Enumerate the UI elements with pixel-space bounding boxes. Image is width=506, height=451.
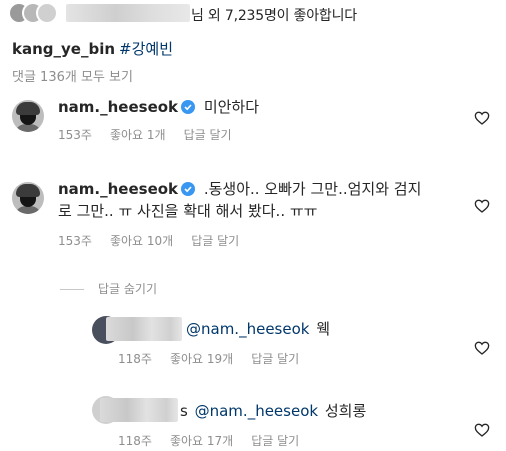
likes-count-text[interactable]: 님 외 7,235명이 좋아합니다 [191,5,357,25]
comment-time[interactable]: 153주 [58,128,92,142]
divider-line [60,289,84,290]
avatar[interactable] [12,100,44,132]
comment-likes[interactable]: 좋아요 1개 [110,128,166,142]
reply-button[interactable]: 답글 달기 [251,352,299,366]
reply-username-suffix[interactable]: s [180,402,188,420]
comment-username[interactable]: nam._heeseok [58,98,178,116]
reply-mention[interactable]: @nam._heeseok [186,320,309,338]
comment-text: 미안하다 [203,98,260,116]
comment-item: nam._heeseok 미안하다 153주 좋아요 1개 답글 달기 [0,94,506,154]
comment-text: .동생아.. 오빠가 그만..엄지와 검지 [203,180,422,198]
liker-avatars[interactable] [8,2,190,24]
comment-body: nam._heeseok 미안하다 [58,96,259,118]
reply-time[interactable]: 118주 [118,434,152,448]
verified-badge-icon [181,182,196,196]
heart-outline-icon[interactable] [474,110,490,126]
comment-meta: 153주 좋아요 10개 답글 달기 [58,232,257,249]
comment-body: nam._heeseok .동생아.. 오빠가 그만..엄지와 검지 [58,178,421,200]
heart-outline-icon[interactable] [474,422,490,438]
reply-item: s @nam._heeseok 성희롱 118주 좋아요 17개 답글 달기 [0,396,506,451]
reply-mention[interactable]: @nam._heeseok [195,402,318,420]
avatar[interactable] [12,182,44,214]
hide-replies-toggle[interactable]: 답글 숨기기 [60,280,157,297]
reply-text: 성희롱 [324,402,367,420]
reply-meta: 118주 좋아요 19개 답글 달기 [118,350,317,367]
reply-body: s @nam._heeseok 성희롱 [180,400,366,422]
caption-username[interactable]: kang_ye_bin [12,40,115,58]
reply-meta: 118주 좋아요 17개 답글 달기 [118,432,317,449]
reply-text: 웩 [316,320,331,338]
reply-likes[interactable]: 좋아요 19개 [170,352,233,366]
reply-time[interactable]: 118주 [118,352,152,366]
likes-row: 님 외 7,235명이 좋아합니다 [0,2,506,26]
reply-button[interactable]: 답글 달기 [184,128,232,142]
caption-hashtag[interactable]: #강예빈 [119,40,173,58]
blurred-username [100,398,178,422]
comment-meta: 153주 좋아요 1개 답글 달기 [58,126,250,143]
comment-likes[interactable]: 좋아요 10개 [110,234,173,248]
reply-likes[interactable]: 좋아요 17개 [170,434,233,448]
caption: kang_ye_bin #강예빈 [12,38,173,59]
blurred-liker-name [66,4,190,22]
verified-badge-icon [181,100,196,114]
liker-avatar [36,2,58,24]
blurred-username [106,317,182,341]
reply-button[interactable]: 답글 달기 [191,234,239,248]
reply-button[interactable]: 답글 달기 [251,434,299,448]
reply-item: @nam._heeseok 웩 118주 좋아요 19개 답글 달기 [0,314,506,374]
hide-replies-label: 답글 숨기기 [98,282,158,296]
heart-outline-icon[interactable] [474,340,490,356]
comment-time[interactable]: 153주 [58,234,92,248]
comment-text-line2: 로 그만.. ㅠ 사진을 확대 해서 봤다.. ㅠㅠ [58,202,318,220]
reply-body: @nam._heeseok 웩 [186,318,330,340]
heart-outline-icon[interactable] [474,198,490,214]
comment-item: nam._heeseok .동생아.. 오빠가 그만..엄지와 검지 로 그만.… [0,176,506,256]
view-all-comments-link[interactable]: 댓글 136개 모두 보기 [12,66,133,85]
comment-username[interactable]: nam._heeseok [58,180,178,198]
